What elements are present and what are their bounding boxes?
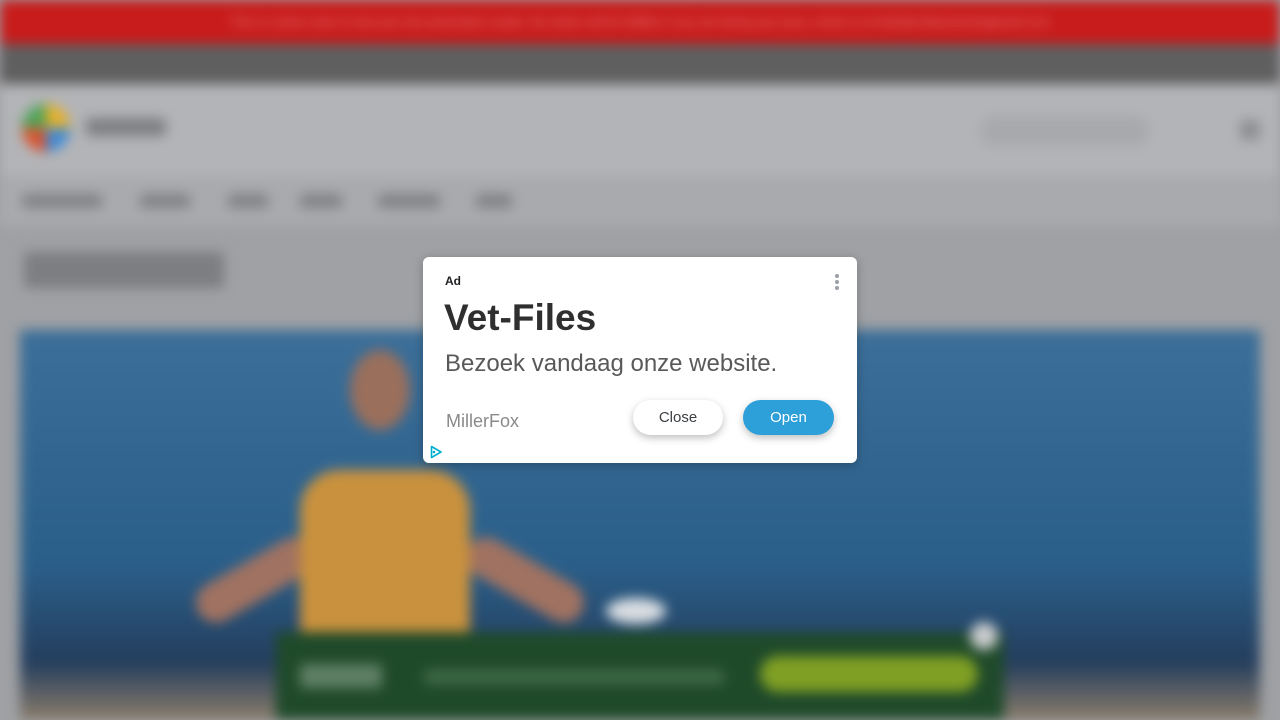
ad-advertiser[interactable]: MillerFox (446, 411, 519, 432)
nav-item (140, 194, 190, 208)
demo-store-banner-text: This is a demo store to test your test a… (230, 15, 1050, 29)
interstitial-ad-dialog: Ad Vet-Files Bezoek vandaag onze website… (423, 257, 857, 463)
site-logo (22, 104, 70, 152)
nav-item (22, 194, 102, 208)
ad-label: Ad (445, 274, 461, 288)
search-input (980, 116, 1150, 146)
nav-item (228, 194, 268, 208)
adchoices-icon[interactable] (429, 445, 443, 459)
site-logo-text (86, 118, 166, 136)
cart-icon (1240, 120, 1260, 140)
nav-item (300, 194, 342, 208)
ad-headline[interactable]: Vet-Files (444, 297, 596, 339)
more-vert-icon[interactable] (829, 273, 845, 291)
hero-image-detail (606, 598, 666, 624)
open-button[interactable]: Open (743, 400, 834, 435)
bottom-banner-ad-logo (300, 664, 382, 688)
nav-item (378, 194, 440, 208)
page-title (24, 252, 224, 288)
ad-description[interactable]: Bezoek vandaag onze website. (445, 350, 777, 378)
bottom-banner-ad-button (760, 656, 978, 692)
bottom-banner-close-icon (970, 622, 998, 650)
top-strip (0, 44, 1280, 84)
demo-store-banner: This is a demo store to test your test a… (0, 0, 1280, 44)
close-button[interactable]: Close (633, 400, 723, 435)
hero-image-figure (300, 470, 470, 650)
hero-image-figure (350, 350, 410, 430)
nav-item (476, 194, 512, 208)
bottom-banner-ad-text (424, 670, 724, 684)
main-navigation (0, 176, 1280, 226)
